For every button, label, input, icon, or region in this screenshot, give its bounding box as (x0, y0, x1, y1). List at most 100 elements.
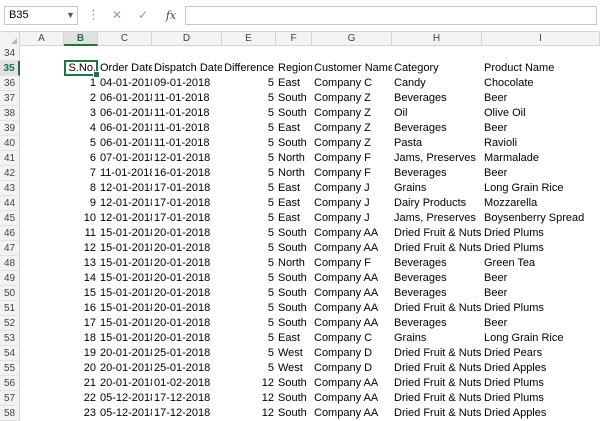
cell-f41[interactable]: North (276, 151, 312, 166)
cell-i47[interactable]: Dried Plums (482, 241, 600, 256)
row-header[interactable]: 54 (0, 346, 20, 361)
cell-e49[interactable]: 5 (222, 271, 276, 286)
cell-a46[interactable] (20, 226, 64, 241)
cell-e46[interactable]: 5 (222, 226, 276, 241)
cell-a37[interactable] (20, 91, 64, 106)
cell-h46[interactable]: Dried Fruit & Nuts (392, 226, 482, 241)
cell-b43[interactable]: 8 (64, 181, 98, 196)
cell-d46[interactable]: 20-01-2018 (152, 226, 222, 241)
row-header[interactable]: 52 (0, 316, 20, 331)
cell-h48[interactable]: Beverages (392, 256, 482, 271)
cell-h49[interactable]: Beverages (392, 271, 482, 286)
column-header-e[interactable]: E (222, 32, 276, 46)
cell-a49[interactable] (20, 271, 64, 286)
cell-i52[interactable]: Beer (482, 316, 600, 331)
cell-e56[interactable]: 12 (222, 376, 276, 391)
cell-c38[interactable]: 06-01-2018 (98, 106, 152, 121)
row-header[interactable]: 49 (0, 271, 20, 286)
cell-b46[interactable]: 11 (64, 226, 98, 241)
cell-b55[interactable]: 20 (64, 361, 98, 376)
cell-c55[interactable]: 20-01-2018 (98, 361, 152, 376)
cell-f45[interactable]: East (276, 211, 312, 226)
cell-c43[interactable]: 12-01-2018 (98, 181, 152, 196)
cell-e43[interactable]: 5 (222, 181, 276, 196)
cell-d55[interactable]: 25-01-2018 (152, 361, 222, 376)
cell-i49[interactable]: Beer (482, 271, 600, 286)
cell-i42[interactable]: Beer (482, 166, 600, 181)
row-header[interactable]: 34 (0, 46, 20, 61)
cell-g46[interactable]: Company AA (312, 226, 392, 241)
cell-c34[interactable] (98, 46, 152, 61)
cell-i44[interactable]: Mozzarella (482, 196, 600, 211)
cell-a35[interactable] (20, 61, 64, 76)
cell-c49[interactable]: 15-01-2018 (98, 271, 152, 286)
cell-e52[interactable]: 5 (222, 316, 276, 331)
cell-b36[interactable]: 1 (64, 76, 98, 91)
cell-f36[interactable]: East (276, 76, 312, 91)
row-header[interactable]: 37 (0, 91, 20, 106)
cell-c44[interactable]: 12-01-2018 (98, 196, 152, 211)
cell-h44[interactable]: Dairy Products (392, 196, 482, 211)
cell-a39[interactable] (20, 121, 64, 136)
cell-h38[interactable]: Oil (392, 106, 482, 121)
cell-f52[interactable]: South (276, 316, 312, 331)
cell-a34[interactable] (20, 46, 64, 61)
cell-a43[interactable] (20, 181, 64, 196)
cell-d50[interactable]: 20-01-2018 (152, 286, 222, 301)
cell-g34[interactable] (312, 46, 392, 61)
cell-d42[interactable]: 16-01-2018 (152, 166, 222, 181)
cell-a57[interactable] (20, 391, 64, 406)
cell-f43[interactable]: East (276, 181, 312, 196)
cell-c54[interactable]: 20-01-2018 (98, 346, 152, 361)
cell-h52[interactable]: Beverages (392, 316, 482, 331)
cell-i34[interactable] (482, 46, 600, 61)
cell-i45[interactable]: Boysenberry Spread (482, 211, 600, 226)
row-header[interactable]: 48 (0, 256, 20, 271)
cell-b34[interactable] (64, 46, 98, 61)
cell-c47[interactable]: 15-01-2018 (98, 241, 152, 256)
cell-g35[interactable]: Customer Name (312, 61, 392, 76)
cell-c52[interactable]: 15-01-2018 (98, 316, 152, 331)
cell-a51[interactable] (20, 301, 64, 316)
cell-i43[interactable]: Long Grain Rice (482, 181, 600, 196)
cell-h47[interactable]: Dried Fruit & Nuts (392, 241, 482, 256)
cell-f34[interactable] (276, 46, 312, 61)
formula-input[interactable] (185, 6, 597, 25)
cell-g40[interactable]: Company Z (312, 136, 392, 151)
column-header-d[interactable]: D (152, 32, 222, 46)
cell-b39[interactable]: 4 (64, 121, 98, 136)
cell-e45[interactable]: 5 (222, 211, 276, 226)
cell-f47[interactable]: South (276, 241, 312, 256)
cell-h43[interactable]: Grains (392, 181, 482, 196)
cell-g39[interactable]: Company Z (312, 121, 392, 136)
cell-d41[interactable]: 12-01-2018 (152, 151, 222, 166)
cell-g47[interactable]: Company AA (312, 241, 392, 256)
cell-a41[interactable] (20, 151, 64, 166)
row-header[interactable]: 42 (0, 166, 20, 181)
cell-d40[interactable]: 11-01-2018 (152, 136, 222, 151)
cell-h35[interactable]: Category (392, 61, 482, 76)
cell-b49[interactable]: 14 (64, 271, 98, 286)
cell-b42[interactable]: 7 (64, 166, 98, 181)
column-header-c[interactable]: C (98, 32, 152, 46)
cell-c51[interactable]: 15-01-2018 (98, 301, 152, 316)
cell-c35[interactable]: Order Date (98, 61, 152, 76)
cell-g42[interactable]: Company F (312, 166, 392, 181)
cell-b48[interactable]: 13 (64, 256, 98, 271)
cell-e54[interactable]: 5 (222, 346, 276, 361)
cell-h45[interactable]: Jams, Preserves (392, 211, 482, 226)
row-header[interactable]: 41 (0, 151, 20, 166)
cell-i41[interactable]: Marmalade (482, 151, 600, 166)
cell-h56[interactable]: Dried Fruit & Nuts (392, 376, 482, 391)
cell-d36[interactable]: 09-01-2018 (152, 76, 222, 91)
cell-b45[interactable]: 10 (64, 211, 98, 226)
cell-f57[interactable]: South (276, 391, 312, 406)
row-header[interactable]: 55 (0, 361, 20, 376)
cell-f35[interactable]: Region (276, 61, 312, 76)
cell-g44[interactable]: Company J (312, 196, 392, 211)
row-header[interactable]: 53 (0, 331, 20, 346)
column-header-i[interactable]: I (482, 32, 600, 46)
cell-h57[interactable]: Dried Fruit & Nuts (392, 391, 482, 406)
chevron-down-icon[interactable]: ▼ (66, 6, 75, 25)
cell-c41[interactable]: 07-01-2018 (98, 151, 152, 166)
